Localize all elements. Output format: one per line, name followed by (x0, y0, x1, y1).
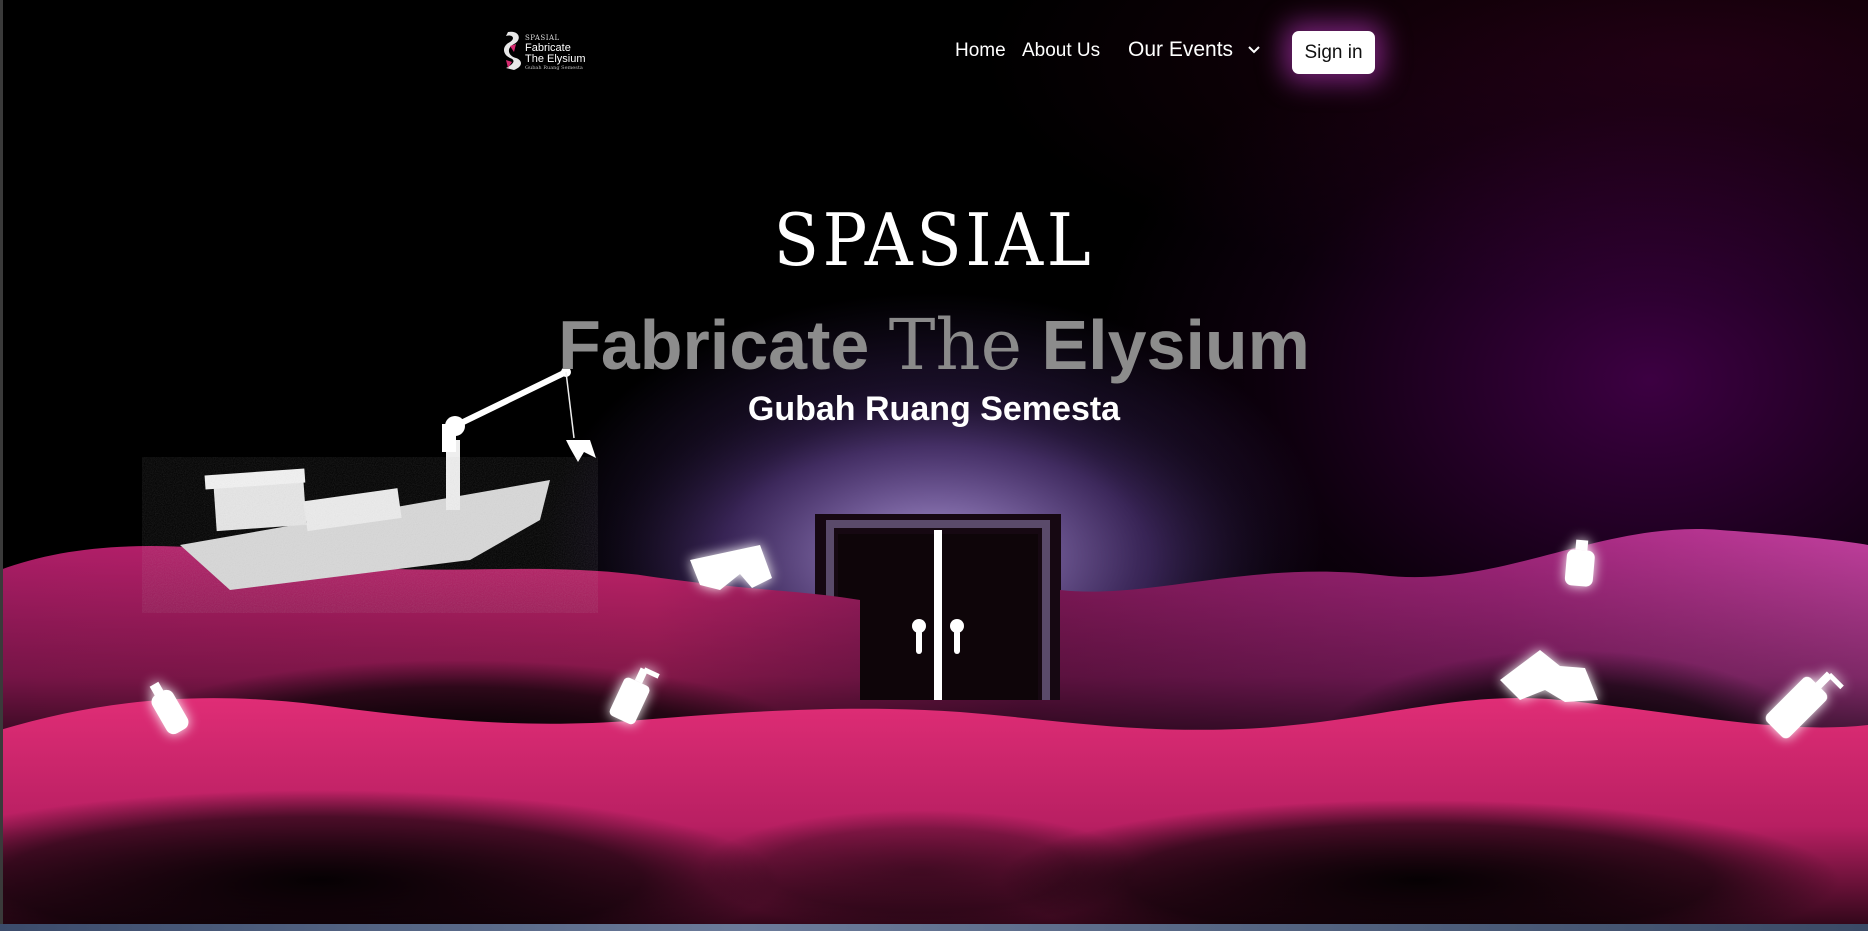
hero-title-the: The (888, 304, 1022, 386)
window-left-edge (0, 0, 3, 931)
nav-about-link[interactable]: About Us (1022, 40, 1100, 62)
chevron-down-icon (1248, 46, 1260, 54)
logo-text: SPASIAL Fabricate The Elysium Gubah Ruan… (525, 35, 586, 71)
sign-in-button[interactable]: Sign in (1292, 31, 1375, 74)
hero-main-title: Fabricate The Elysium (0, 304, 1868, 386)
logo-line-3: The Elysium (525, 53, 586, 65)
nav-home-link[interactable]: Home (955, 40, 1006, 62)
hero-illustration (0, 367, 1868, 931)
window-bottom-edge (0, 924, 1868, 931)
nav-our-events-dropdown[interactable]: Our Events (1128, 38, 1261, 62)
hero-title-elysium: Elysium (1041, 306, 1310, 384)
hero-brand-title: SPASIAL (773, 198, 1095, 282)
logo-line-4: Gubah Ruang Semesta (525, 65, 583, 71)
hero-frame: SPASIAL Fabricate The Elysium Gubah Ruan… (0, 0, 1868, 931)
nav-our-events-label: Our Events (1128, 38, 1234, 61)
top-navigation: SPASIAL Fabricate The Elysium Gubah Ruan… (0, 0, 1868, 100)
logo-line-1: SPASIAL (525, 34, 560, 42)
hero-title-fabricate: Fabricate (558, 306, 870, 384)
hero-subtitle: Gubah Ruang Semesta (747, 390, 1121, 428)
